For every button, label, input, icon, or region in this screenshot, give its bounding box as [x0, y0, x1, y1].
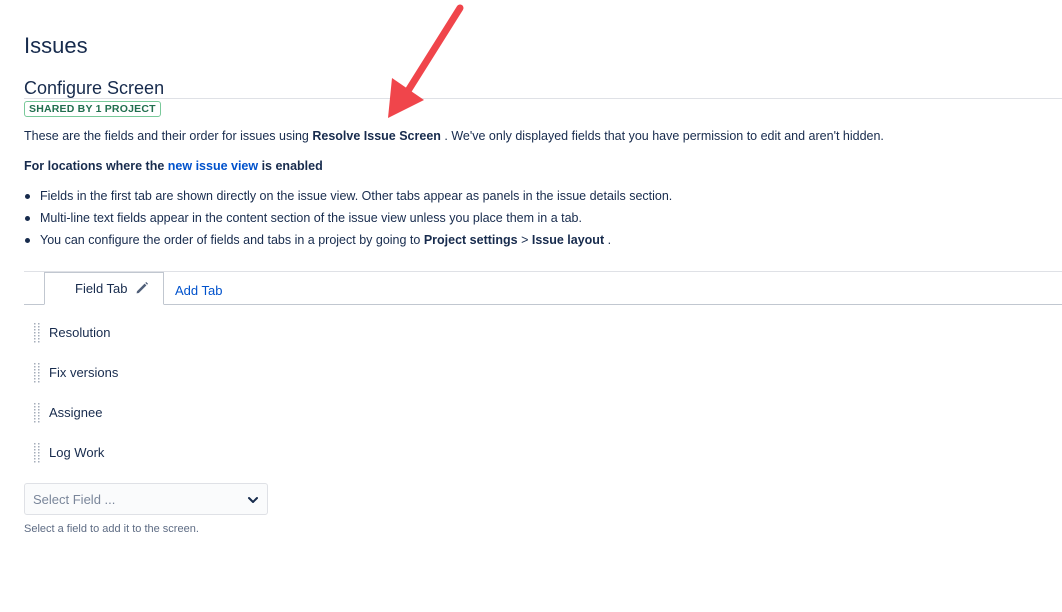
select-field-placeholder: Select Field ...: [33, 492, 116, 507]
screen-name: Resolve Issue Screen: [312, 129, 441, 143]
screen-description: These are the fields and their order for…: [24, 128, 884, 144]
drag-handle-icon[interactable]: [33, 402, 41, 424]
issue-layout-text: Issue layout: [531, 233, 605, 247]
locations-heading: For locations where the new issue view i…: [24, 158, 323, 174]
tabs-top-divider: [24, 271, 1062, 272]
path-separator: >: [517, 233, 532, 247]
bullet-item: You can configure the order of fields an…: [24, 232, 672, 254]
tab-field-tab[interactable]: Field Tab: [44, 272, 164, 305]
chevron-down-icon: [248, 497, 258, 503]
add-tab-link[interactable]: Add Tab: [175, 283, 222, 299]
tabs-bottom-divider: [24, 304, 1062, 305]
bullet-item: Fields in the first tab are shown direct…: [24, 188, 672, 210]
info-bullet-list: Fields in the first tab are shown direct…: [24, 188, 672, 254]
heading-divider: [24, 98, 1062, 99]
bullet-text-end: .: [604, 233, 612, 247]
bullet-item: Multi-line text fields appear in the con…: [24, 210, 672, 232]
description-suffix: . We've only displayed fields that you h…: [440, 129, 884, 143]
new-issue-view-link[interactable]: new issue view: [168, 159, 258, 173]
arrow-annotation: [388, 4, 464, 118]
drag-handle-icon[interactable]: [33, 442, 41, 464]
locations-suffix: is enabled: [258, 159, 323, 173]
field-label: Log Work: [49, 445, 105, 460]
locations-prefix: For locations where the: [24, 159, 168, 173]
field-label: Fix versions: [49, 365, 119, 380]
field-label: Assignee: [49, 405, 103, 420]
page-title: Issues: [24, 33, 88, 58]
tab-label: Field Tab: [75, 281, 128, 296]
select-field-dropdown[interactable]: Select Field ...: [24, 483, 268, 515]
description-prefix: These are the fields and their order for…: [24, 129, 313, 143]
pencil-icon[interactable]: [135, 281, 149, 295]
project-settings-text: Project settings: [423, 233, 518, 247]
shared-by-badge[interactable]: SHARED BY 1 PROJECT: [24, 101, 161, 117]
bullet-text: You can configure the order of fields an…: [40, 233, 424, 247]
drag-handle-icon[interactable]: [33, 322, 41, 344]
select-field-hint: Select a field to add it to the screen.: [24, 523, 199, 535]
configure-screen-heading: Configure Screen: [24, 78, 165, 98]
drag-handle-icon[interactable]: [33, 362, 41, 384]
field-label: Resolution: [49, 325, 111, 340]
